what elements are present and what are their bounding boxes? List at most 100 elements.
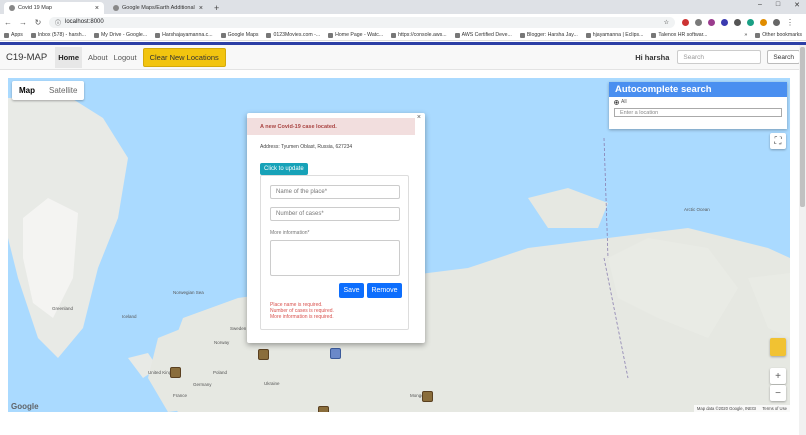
forward-icon[interactable]: → [19, 18, 27, 27]
page-scrollbar[interactable] [799, 45, 806, 435]
bookmark-item[interactable]: Harshajayamanna.c... [155, 32, 213, 38]
extension-icon[interactable] [734, 18, 741, 26]
map-label: Poland [213, 370, 228, 375]
more-info-label: More information* [270, 230, 310, 236]
covid-marker-icon[interactable] [258, 349, 269, 360]
bookmark-icon [266, 32, 272, 38]
extension-icon[interactable] [747, 18, 754, 26]
bookmark-item[interactable]: Google Maps [220, 32, 258, 38]
other-bookmarks[interactable]: Other bookmarks [755, 32, 802, 38]
save-button[interactable]: Save [339, 283, 364, 298]
map-label: Iceland [122, 314, 137, 319]
extension-icon[interactable] [695, 18, 702, 26]
bookmark-icon [391, 32, 397, 38]
zoom-out-button[interactable]: − [770, 385, 786, 401]
extension-icon[interactable] [721, 18, 728, 26]
filter-all-radio[interactable]: All [609, 97, 787, 107]
bookmarks-bar: Apps Inbox (578) - harsh... My Drive - G… [0, 30, 806, 41]
map-label: Sweden [230, 326, 247, 331]
bookmark-item[interactable]: My Drive - Google... [93, 32, 147, 38]
map-type-map[interactable]: Map [12, 81, 42, 100]
new-case-popup: × A new Covid-19 case located. Address: … [247, 113, 425, 343]
radio-icon[interactable] [614, 99, 619, 105]
maximize-icon[interactable]: □ [776, 1, 780, 9]
reload-icon[interactable]: ↻ [34, 18, 42, 27]
bookmark-item[interactable]: Blogger: Harsha Jay... [519, 32, 578, 38]
clear-locations-button[interactable]: Clear New Locations [142, 47, 226, 67]
more-info-textarea[interactable] [270, 240, 400, 276]
bookmark-item[interactable]: Talenox HR softwar... [651, 32, 707, 38]
browser-menu-icon[interactable]: ⋮ [786, 18, 794, 27]
location-input[interactable]: Enter a location [614, 108, 782, 117]
scrollbar-thumb[interactable] [800, 47, 805, 207]
autocomplete-panel: Autocomplete search All Enter a location [609, 82, 787, 129]
new-tab-button[interactable]: + [214, 2, 219, 14]
extension-icon[interactable] [773, 18, 780, 26]
bookmark-icon [454, 32, 460, 38]
folder-icon [755, 32, 761, 38]
error-more-info: More information is required. [270, 314, 334, 321]
covid-marker-icon[interactable] [330, 348, 341, 359]
terms-link[interactable]: Terms of Use [762, 406, 787, 411]
map-data-credit: Map data ©2020 Google, INEGI [696, 406, 757, 411]
bookmark-icon [4, 32, 9, 38]
nav-logout[interactable]: Logout [114, 53, 137, 62]
tab-close-icon[interactable]: × [199, 5, 203, 12]
extension-icon[interactable] [708, 18, 715, 26]
browser-tab[interactable]: Google Maps/Earth Additional T... × [108, 2, 208, 14]
covid-marker-icon[interactable] [170, 367, 181, 378]
radio-label: All [621, 99, 627, 105]
map-label: Germany [193, 382, 212, 387]
nav-home[interactable]: Home [55, 46, 83, 68]
url-text[interactable]: localhost:8000 [65, 19, 660, 25]
extension-icon[interactable] [760, 18, 767, 26]
bookmark-item[interactable]: hjayamanna | Eclips... [585, 32, 643, 38]
brand-logo[interactable]: C19-MAP [6, 52, 47, 63]
info-icon[interactable]: ⓘ [55, 18, 61, 27]
cases-count-input[interactable]: Number of cases* [270, 207, 400, 221]
map-type-satellite[interactable]: Satellite [42, 81, 84, 100]
search-input[interactable]: Search [677, 50, 762, 64]
google-logo[interactable]: Google [11, 402, 39, 411]
update-button[interactable]: Click to update [260, 163, 308, 175]
bookmark-icon [519, 32, 525, 38]
map-label: Norwegian Sea [173, 290, 204, 295]
star-icon[interactable]: ☆ [664, 19, 669, 26]
nav-about[interactable]: About [88, 53, 108, 62]
map-label: France [173, 393, 188, 398]
back-icon[interactable]: ← [4, 18, 12, 27]
bookmark-item[interactable]: Home Page - Watc... [328, 32, 383, 38]
app-navbar: C19-MAP Home About Logout Clear New Loca… [0, 45, 806, 70]
window-controls: – □ ✕ [758, 1, 800, 9]
covid-marker-icon[interactable] [318, 406, 329, 412]
bookmark-item[interactable]: Apps [4, 32, 23, 38]
minimize-icon[interactable]: – [758, 1, 762, 9]
browser-tab-active[interactable]: Covid 19 Map × [4, 2, 104, 14]
search-button[interactable]: Search [767, 50, 800, 64]
url-bar[interactable]: ⓘ localhost:8000 ☆ [49, 16, 675, 28]
bookmarks-overflow[interactable]: » [744, 32, 747, 38]
tab-close-icon[interactable]: × [95, 5, 99, 12]
bookmark-icon [651, 32, 657, 38]
bookmark-icon [155, 32, 161, 38]
bookmark-item[interactable]: 0123Movies.com -... [266, 32, 320, 38]
favicon-icon [9, 5, 15, 11]
popup-close-icon[interactable]: × [417, 114, 421, 121]
fullscreen-icon[interactable]: ⛶ [770, 133, 786, 149]
covid-marker-icon[interactable] [422, 391, 433, 402]
bookmark-icon [220, 32, 226, 38]
case-form: Name of the place* Number of cases* More… [260, 175, 409, 330]
place-name-input[interactable]: Name of the place* [270, 185, 400, 199]
extension-icon[interactable] [682, 18, 689, 26]
bookmark-icon [328, 32, 334, 38]
bookmark-item[interactable]: AWS Certified Deve... [454, 32, 512, 38]
bookmark-icon [30, 32, 36, 38]
bookmark-item[interactable]: Inbox (578) - harsh... [30, 32, 86, 38]
tab-title: Google Maps/Earth Additional T... [122, 5, 196, 11]
close-window-icon[interactable]: ✕ [794, 1, 800, 9]
remove-button[interactable]: Remove [367, 283, 402, 298]
autocomplete-title: Autocomplete search [609, 82, 787, 97]
bookmark-item[interactable]: https://console.aws... [391, 32, 447, 38]
zoom-in-button[interactable]: + [770, 368, 786, 384]
pegman-icon[interactable] [770, 338, 786, 356]
